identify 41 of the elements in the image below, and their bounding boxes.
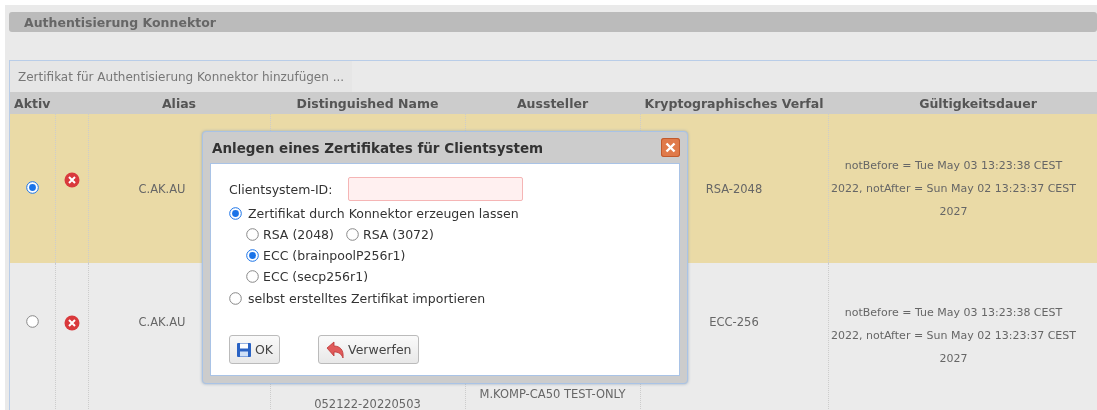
radio-button[interactable] (345, 228, 359, 241)
close-icon (665, 142, 676, 153)
column-header: Kryptographisches Verfal (644, 95, 824, 111)
table-cell-text: notBefore = Tue May 03 13:23:38 CEST 2022, notAfter = Sun May 02 13:23:37 CEST 2027 (830, 158, 1077, 220)
table-cell: RSA-2048 (705, 181, 763, 196)
table-cell-text: notBefore = Tue May 03 13:23:38 CEST 2022, notAfter = Sun May 02 13:23:37 CEST 2027 (830, 305, 1077, 367)
radio-button[interactable] (246, 249, 259, 262)
ok-button[interactable]: OK (229, 335, 281, 364)
radio-button[interactable] (25, 180, 39, 194)
radio-button[interactable] (229, 291, 242, 305)
table-cell: C.AK.AU (138, 315, 186, 329)
radio-button[interactable] (246, 270, 259, 283)
column-header: Alias (161, 95, 197, 111)
column-header: Aussteller (516, 95, 589, 111)
field-label: Clientsystem-ID: (229, 181, 333, 197)
radio-label: Zertifikat durch Konnektor erzeugen lassen (248, 205, 519, 221)
section-title: Authentisierung Konnektor (24, 14, 216, 30)
radio-label: ECC (secp256r1) (263, 269, 369, 284)
radio-label: RSA (2048) (263, 227, 334, 242)
table-cell: 052122-20220503 (314, 397, 421, 410)
delete-icon[interactable] (63, 172, 80, 188)
table-cell: M.KOMP-CA50 TEST-ONLY (479, 387, 626, 401)
table-cell: ECC-256 (709, 315, 759, 329)
column-header: Distinguished Name (296, 95, 439, 111)
discard-button[interactable]: Verwerfen (318, 335, 419, 364)
close-button[interactable] (661, 138, 680, 157)
radio-button[interactable] (229, 206, 242, 220)
clientsystem-id-field[interactable] (348, 177, 524, 201)
radio-label: selbst erstelltes Zertifikat importieren (248, 290, 486, 306)
column-header: Gültigkeitsdauer (919, 95, 1037, 111)
dialog-title: Anlegen eines Zertifikates für Clientsystem (212, 139, 544, 156)
table-cell: C.AK.AU (138, 181, 186, 196)
radio-button[interactable] (25, 315, 39, 328)
radio-label: ECC (brainpoolP256r1) (263, 248, 406, 263)
undo-arrow-icon (325, 340, 346, 359)
save-icon (236, 341, 252, 358)
delete-icon[interactable] (63, 315, 80, 331)
column-header: Aktiv (14, 95, 51, 111)
add-certificate-button[interactable]: Zertifikat für Authentisierung Konnektor hinzufügen ... (10, 61, 353, 92)
radio-label: RSA (3072) (362, 227, 434, 242)
radio-button[interactable] (246, 228, 259, 241)
